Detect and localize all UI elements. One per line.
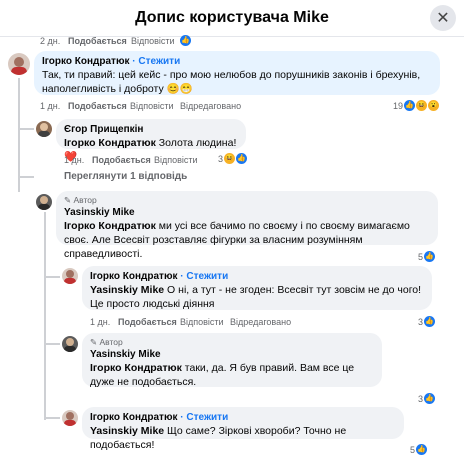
reactions-summary[interactable]: 19 👍 😆 😮 xyxy=(393,100,440,111)
comment-author[interactable]: Ігорко Кондратюк xyxy=(90,271,178,282)
wow-reaction-icon: 😮 xyxy=(428,100,440,111)
view-replies-link[interactable]: Переглянути 1 відповідь xyxy=(64,171,187,182)
comment-author[interactable]: Ігорко Кондратюк xyxy=(42,56,130,67)
like-action[interactable]: Подобається xyxy=(68,101,127,111)
comment-text: Так, ти правий: цей кейс - про мою нелюб… xyxy=(42,69,421,95)
close-icon[interactable]: ✕ xyxy=(430,5,456,31)
thread-line xyxy=(18,78,20,192)
reply-action[interactable]: Відповісти xyxy=(180,317,224,327)
comment-bubble: ✎ Автор Yasinskiy Mike Ігорко Кондратюк … xyxy=(82,333,382,388)
comment-author[interactable]: Yasinskiy Mike xyxy=(90,348,374,361)
reactions-count: 3 xyxy=(418,393,424,404)
avatar-photo-icon xyxy=(11,57,27,75)
reply-action[interactable]: Відповісти xyxy=(154,155,198,165)
avatar[interactable] xyxy=(8,53,30,75)
reactions-count: 3 xyxy=(218,153,224,164)
haha-reaction-icon: 😆 xyxy=(224,153,236,164)
mention-link[interactable]: Ігорко Кондратюк xyxy=(64,137,156,149)
comment-time: 1 дн. xyxy=(40,101,61,111)
avatar[interactable] xyxy=(36,121,52,137)
reactions-count: 19 xyxy=(393,100,404,111)
avatar[interactable] xyxy=(62,410,78,426)
comment-author[interactable]: Yasinskiy Mike xyxy=(64,206,430,219)
avatar-photo-icon xyxy=(64,412,76,426)
author-badge: Автор xyxy=(99,337,123,347)
like-reaction-icon: 👍 xyxy=(236,153,248,164)
like-action[interactable]: Подобається xyxy=(92,155,151,165)
reactions-count: 3 xyxy=(418,316,424,327)
reactions-summary[interactable]: 3 👍 xyxy=(418,316,436,327)
follow-button[interactable]: · Стежити xyxy=(180,412,228,423)
thread-line xyxy=(44,417,60,419)
comment-actions: 1 дн. Подобається Відповісти Відредагова… xyxy=(40,101,400,113)
reactions-count: 5 xyxy=(410,444,416,455)
avatar[interactable] xyxy=(62,268,78,284)
dialog-header: Допис користувача Mike ✕ xyxy=(0,0,464,37)
reply-action[interactable]: Відповісти xyxy=(130,101,174,111)
thread-line xyxy=(18,128,34,130)
mention-link[interactable]: Ігорко Кондратюк xyxy=(90,362,182,374)
thread-line xyxy=(44,343,60,345)
like-reaction-icon: 👍 xyxy=(424,251,436,262)
avatar-photo-icon xyxy=(64,338,76,352)
mention-link[interactable]: Yasinskiy Mike xyxy=(90,284,164,296)
top-comment-meta: 2 дн. Подобається Відповісти 👍 xyxy=(40,35,191,46)
comment-bubble: Ігорко Кондратюк · Стежити Так, ти прави… xyxy=(34,51,440,95)
thread-line xyxy=(44,212,46,420)
comment-bubble: Ігорко Кондратюк · Стежити Yasinskiy Mik… xyxy=(82,407,404,451)
comment-author[interactable]: Єгор Прищепкін xyxy=(64,123,238,136)
avatar-photo-icon xyxy=(64,270,76,284)
mention-link[interactable]: Ігорко Кондратюк xyxy=(64,220,156,232)
comment-bubble: Ігорко Кондратюк · Стежити Yasinskiy Mik… xyxy=(82,266,432,310)
reactions-summary[interactable]: 5 👍 xyxy=(410,444,428,455)
comment-bubble: ✎ Автор Yasinskiy Mike Ігорко Кондратюк … xyxy=(56,191,438,260)
avatar[interactable] xyxy=(36,194,52,210)
comment-actions: 1 дн. Подобається Відповісти Відредагова… xyxy=(90,317,390,329)
avatar-photo-icon xyxy=(38,123,50,137)
reply-action[interactable]: Відповісти xyxy=(131,36,175,46)
comment-time: 1 дн. xyxy=(64,155,85,165)
like-reaction-icon: 👍 xyxy=(404,100,416,111)
follow-button[interactable]: · Стежити xyxy=(180,271,228,282)
reactions-summary[interactable]: 3 👍 xyxy=(418,393,436,404)
reactions-count: 5 xyxy=(418,251,424,262)
avatar[interactable] xyxy=(62,336,78,352)
reactions-summary[interactable]: 5 👍 xyxy=(418,251,436,262)
comment-time: 2 дн. xyxy=(40,36,61,46)
author-badge: Автор xyxy=(73,195,97,205)
haha-reaction-icon: 😆 xyxy=(416,100,428,111)
like-reaction-icon: 👍 xyxy=(424,316,436,327)
reactions-summary[interactable]: 3 😆 👍 xyxy=(218,153,248,164)
comment-time: 1 дн. xyxy=(90,317,111,327)
follow-button[interactable]: · Стежити xyxy=(132,56,180,67)
mention-link[interactable]: Yasinskiy Mike xyxy=(90,425,164,437)
thread-line xyxy=(18,176,34,178)
avatar-photo-icon xyxy=(38,196,50,210)
like-action[interactable]: Подобається xyxy=(68,36,127,46)
like-reaction-icon: 👍 xyxy=(424,393,436,404)
dialog-title: Допис користувача Mike xyxy=(135,9,329,26)
edited-label: Відредаговано xyxy=(230,317,292,327)
like-action[interactable]: Подобається xyxy=(118,317,177,327)
comment-author[interactable]: Ігорко Кондратюк xyxy=(90,412,178,423)
like-reaction-icon: 👍 xyxy=(416,444,428,455)
comment-bubble: Єгор Прищепкін Ігорко Кондратюк Золота л… xyxy=(56,119,246,163)
thread-line xyxy=(44,276,60,278)
edited-label: Відредаговано xyxy=(180,101,242,111)
